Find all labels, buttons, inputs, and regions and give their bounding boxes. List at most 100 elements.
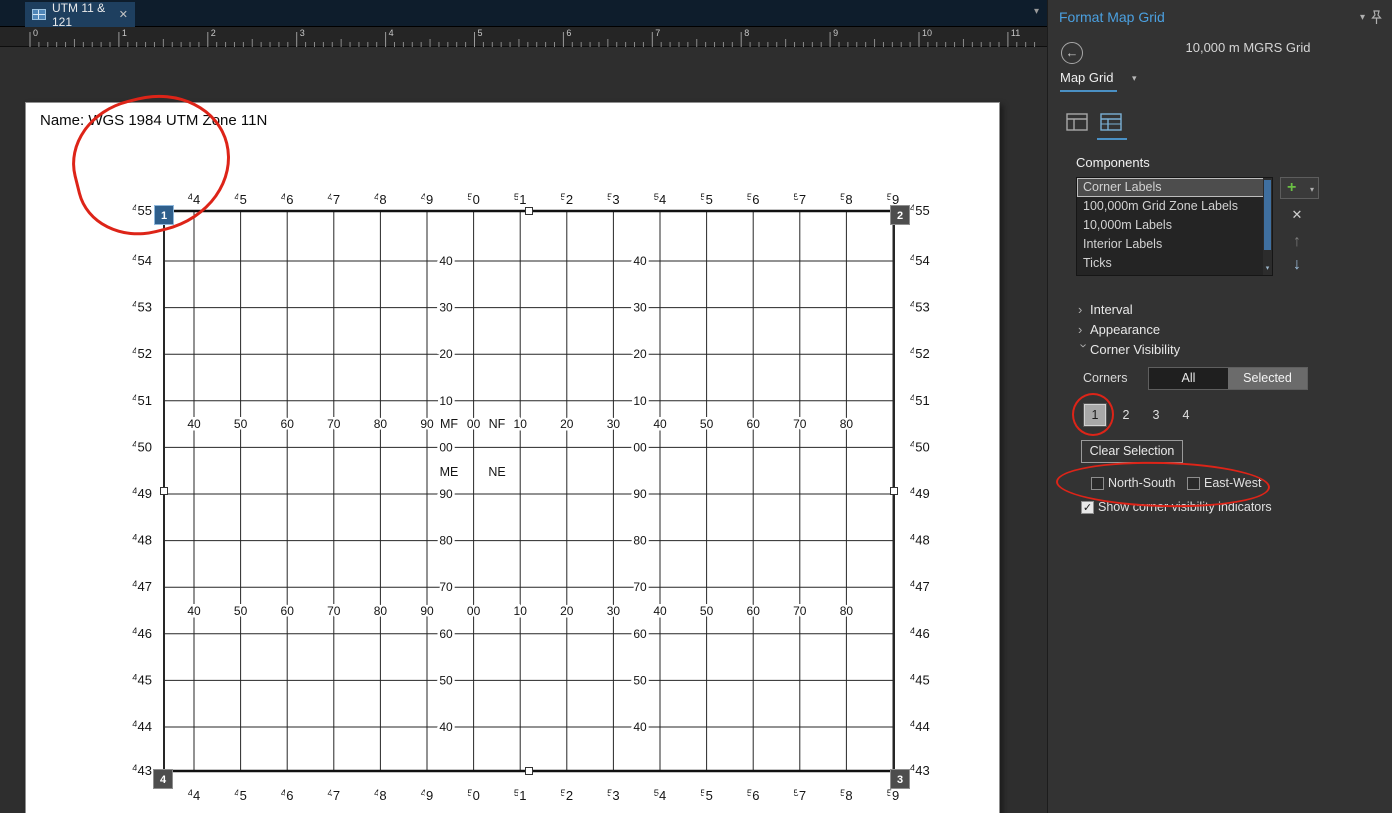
grid-interior-label: 80 <box>840 604 854 618</box>
grid-interior-label: 60 <box>633 627 647 641</box>
show-indicators-label: Show corner visibility indicators <box>1098 500 1272 514</box>
grid-interior-label: 20 <box>633 347 647 361</box>
grid-interior-label: 40 <box>439 720 453 734</box>
corner-button-2[interactable]: 2 <box>1115 404 1137 426</box>
grid-edge-label: 47 <box>328 192 341 207</box>
grid-interior-label: MF <box>440 417 458 431</box>
grid-interior-label: 40 <box>653 417 667 431</box>
scroll-down-icon[interactable]: ▾ <box>1263 263 1272 275</box>
corners-selected-button[interactable]: Selected <box>1228 368 1307 389</box>
corner-button-4[interactable]: 4 <box>1175 404 1197 426</box>
grid-interior-label: NF <box>489 417 506 431</box>
grid-edge-label: 56 <box>747 788 760 803</box>
grid-interior-label: 50 <box>234 417 248 431</box>
components-list-item[interactable]: Interior Labels <box>1077 235 1272 254</box>
grid-interior-label: 10 <box>514 604 528 618</box>
grid-interior-label: 10 <box>633 394 647 408</box>
ruler-number: 1 <box>122 28 127 38</box>
east-west-checkbox[interactable] <box>1187 477 1200 490</box>
grid-edge-label: 49 <box>421 192 434 207</box>
map-grid-caret-icon[interactable]: ▾ <box>1132 73 1137 84</box>
ruler-number: 5 <box>478 28 483 38</box>
selection-handle[interactable] <box>525 767 533 775</box>
section-header-corner-visibility[interactable]: ›Corner Visibility <box>1077 342 1181 362</box>
selection-handle[interactable] <box>890 487 898 495</box>
grid-interior-label: 70 <box>439 580 453 594</box>
corner-indicator-number: 1 <box>161 210 167 222</box>
grid-edge-label: 57 <box>794 788 807 803</box>
grid-edge-label: 53 <box>607 192 620 207</box>
ruler-number: 0 <box>33 28 38 38</box>
corner-button-1[interactable]: 1 <box>1084 404 1106 426</box>
corner-button-3[interactable]: 3 <box>1145 404 1167 426</box>
grid-interior-label: 90 <box>633 487 647 501</box>
grid-interior-label: 70 <box>793 417 807 431</box>
map-name-text: Name: WGS 1984 UTM Zone 11N <box>40 112 267 129</box>
tab-components-icon[interactable] <box>1100 112 1124 136</box>
grid-edge-label: 52 <box>561 192 574 207</box>
grid-interior-label: 70 <box>793 604 807 618</box>
grid-interior-label: 60 <box>281 417 295 431</box>
grid-edge-label: 51 <box>514 788 527 803</box>
pane-menu-caret-icon[interactable]: ▾ <box>1360 12 1365 23</box>
chevron-icon: › <box>1078 322 1083 337</box>
grid-interior-label: 00 <box>467 417 481 431</box>
grid-interior-label: 20 <box>439 347 453 361</box>
corners-mode-toggle: All Selected <box>1148 367 1308 390</box>
clear-selection-button[interactable]: Clear Selection <box>1081 440 1183 463</box>
grid-interior-label: 00 <box>467 604 481 618</box>
selection-handle[interactable] <box>525 207 533 215</box>
map-document-icon <box>32 9 46 20</box>
components-list-item[interactable]: 10,000m Labels <box>1077 216 1272 235</box>
document-tab-title: UTM 11 & 121 <box>52 0 106 29</box>
grid-interior-label: 90 <box>439 487 453 501</box>
grid-edge-label: 45 <box>234 192 247 207</box>
move-down-button[interactable]: ↓ <box>1287 256 1307 276</box>
ruler-number: 9 <box>833 28 838 38</box>
components-list-item[interactable]: Ticks <box>1077 254 1272 273</box>
components-list-item[interactable]: Corner Labels <box>1077 178 1272 197</box>
components-list-item[interactable]: 100,000m Grid Zone Labels <box>1077 197 1272 216</box>
horizontal-ruler: 0 1 2 3 4 5 6 7 8 9 10 11 <box>0 27 1047 47</box>
add-component-button[interactable]: + ▾ <box>1280 177 1319 199</box>
grid-interior-label: 50 <box>234 604 248 618</box>
grid-edge-label: 57 <box>794 192 807 207</box>
listbox-scrollbar[interactable]: ▾ <box>1263 178 1272 275</box>
document-tab[interactable]: UTM 11 & 121 ✕ <box>25 0 135 29</box>
grid-edge-label: 451 <box>910 393 930 408</box>
grid-interior-label: 40 <box>439 254 453 268</box>
move-up-button[interactable]: ↑ <box>1287 233 1307 253</box>
section-header-appearance[interactable]: › Appearance <box>1078 322 1160 342</box>
grid-interior-label: 20 <box>560 417 574 431</box>
selection-handle[interactable] <box>160 487 168 495</box>
layout-page[interactable]: Name: WGS 1984 UTM Zone 11N 44 45 46 47 48 49 5… <box>25 102 1000 813</box>
pin-icon[interactable] <box>1370 10 1383 30</box>
section-header-interval[interactable]: › Interval <box>1078 302 1133 322</box>
grid-interior-label: 90 <box>420 604 434 618</box>
scrollbar-thumb[interactable] <box>1264 180 1271 250</box>
remove-component-button[interactable]: ✕ <box>1287 205 1307 225</box>
tab-map-grid[interactable]: Map Grid <box>1060 70 1113 85</box>
grid-edge-label: 444 <box>910 719 930 734</box>
corners-all-button[interactable]: All <box>1149 368 1228 389</box>
grid-edge-label: 448 <box>132 533 152 548</box>
grid-edge-label: 48 <box>374 788 387 803</box>
corners-label: Corners <box>1083 371 1128 385</box>
north-south-checkbox[interactable] <box>1091 477 1104 490</box>
ruler-svg: 0 1 2 3 4 5 6 7 8 9 10 11 <box>29 28 1036 47</box>
grid-edge-label: 54 <box>654 192 667 207</box>
section-label: Appearance <box>1090 322 1161 337</box>
map-grid-svg: Name: WGS 1984 UTM Zone 11N 44 45 46 47 48 49 5… <box>40 112 932 806</box>
grid-edge-label: 44 <box>188 788 201 803</box>
tabstrip-caret-icon[interactable]: ▾ <box>1034 6 1039 17</box>
document-tabstrip: UTM 11 & 121 ✕ ▾ <box>0 0 1047 29</box>
tab-options-icon[interactable] <box>1066 112 1090 136</box>
tab-map-grid-underline <box>1060 90 1117 92</box>
close-icon[interactable]: ✕ <box>119 8 128 21</box>
grid-edge-label: 454 <box>910 253 930 268</box>
grid-interior-label: 30 <box>607 417 621 431</box>
grid-edge-label: 46 <box>281 192 294 207</box>
back-button[interactable]: ← <box>1061 42 1083 64</box>
show-indicators-checkbox[interactable]: ✓ <box>1081 501 1094 514</box>
grid-edge-label: 46 <box>281 788 294 803</box>
